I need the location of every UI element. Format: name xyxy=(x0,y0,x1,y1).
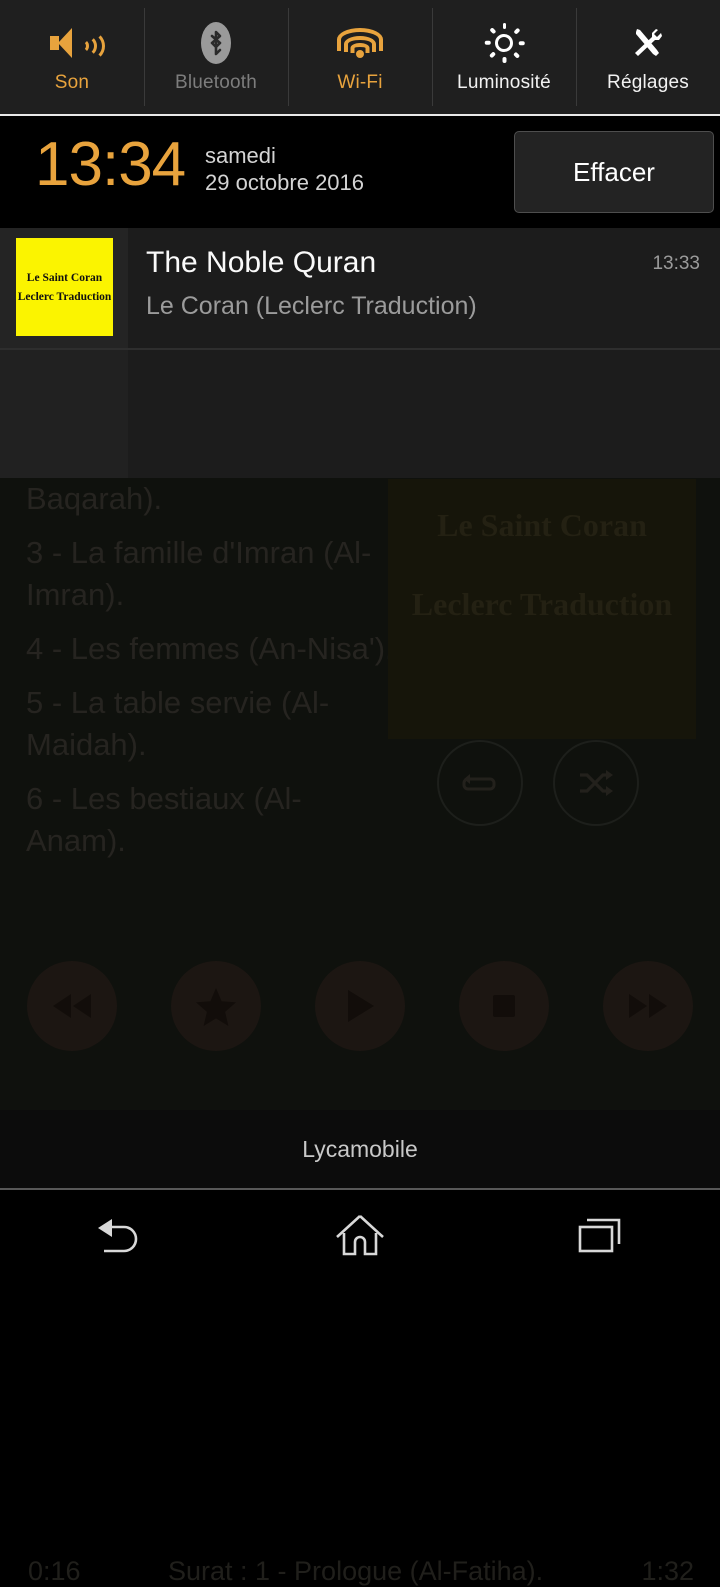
background-album-art-line-2: Leclerc Traduction xyxy=(411,586,673,622)
list-item[interactable]: Baqarah). xyxy=(0,478,400,520)
surah-list: Baqarah). 3 - La famille d'Imran (Al-Imr… xyxy=(0,478,400,874)
brightness-ray xyxy=(484,41,491,45)
quick-settings-tile-son[interactable]: Son xyxy=(0,0,144,114)
elapsed-time: 0:16 xyxy=(28,1556,81,1586)
rewind-icon[interactable] xyxy=(27,961,117,1051)
brightness-ray xyxy=(512,51,520,59)
background-app-dimmed: Baqarah). 3 - La famille d'Imran (Al-Imr… xyxy=(0,478,720,1586)
bluetooth-icon xyxy=(201,20,231,66)
clear-notifications-button[interactable]: Effacer xyxy=(514,131,714,213)
brightness-icon xyxy=(484,20,525,66)
quick-settings-tile-settings[interactable]: Réglages xyxy=(576,0,720,114)
brightness-ray xyxy=(512,27,520,35)
transport-controls xyxy=(0,956,720,1056)
favorite-star-icon[interactable] xyxy=(171,961,261,1051)
shuffle-icon[interactable] xyxy=(553,740,639,826)
fast-forward-icon[interactable] xyxy=(603,961,693,1051)
brightness-ray xyxy=(518,41,525,45)
album-art-line-2: Leclerc Traduction xyxy=(17,290,112,303)
quick-settings-label-settings: Réglages xyxy=(607,72,689,93)
settings-tools-icon xyxy=(628,20,668,66)
wifi-icon xyxy=(337,20,383,66)
clock-day: samedi xyxy=(205,143,276,168)
notification-subtitle: Le Coran (Leclerc Traduction) xyxy=(146,292,477,320)
notification-timestamp: 13:33 xyxy=(652,253,700,274)
notification-item-noble-quran[interactable]: Le Saint Coran Leclerc Traduction The No… xyxy=(0,228,720,348)
list-item[interactable]: 3 - La famille d'Imran (Al-Imran). xyxy=(0,532,400,616)
album-art-line-1: Le Saint Coran xyxy=(26,271,103,284)
stop-icon[interactable] xyxy=(459,961,549,1051)
notification-title: The Noble Quran xyxy=(146,246,377,279)
total-time: 1:32 xyxy=(641,1556,694,1586)
notification-icon-column: Le Saint Coran Leclerc Traduction xyxy=(0,228,128,348)
repeat-icon[interactable] xyxy=(437,740,523,826)
list-item[interactable]: 5 - La table servie (Al-Maidah). xyxy=(0,682,400,766)
carrier-name: Lycamobile xyxy=(302,1135,418,1162)
quick-settings-label-son: Son xyxy=(54,72,90,93)
quick-settings-label-wifi: Wi-Fi xyxy=(337,72,383,93)
notification-album-art: Le Saint Coran Leclerc Traduction xyxy=(16,238,113,336)
brightness-ray xyxy=(502,57,506,63)
notification-shade: Le Saint Coran Leclerc Traduction The No… xyxy=(0,228,720,478)
background-album-art-line-1: Le Saint Coran xyxy=(437,507,647,543)
status-header: 13:34 samedi 29 octobre 2016 Effacer xyxy=(0,116,720,228)
brightness-ray xyxy=(488,51,496,59)
navigation-bar xyxy=(0,1190,720,1280)
recents-icon[interactable] xyxy=(540,1190,660,1280)
shade-empty-area xyxy=(0,350,128,478)
brightness-ray xyxy=(502,23,506,29)
play-icon[interactable] xyxy=(315,961,405,1051)
track-label: Surat : 1 - Prologue (Al-Fatiha). xyxy=(168,1556,544,1586)
clock-full-date: 29 octobre 2016 xyxy=(205,170,365,195)
list-item[interactable]: 4 - Les femmes (An-Nisa'). xyxy=(0,628,400,670)
quick-settings-panel: Son Bluetooth Wi-Fi Luminosité Réglages xyxy=(0,0,720,114)
back-icon[interactable] xyxy=(60,1190,180,1280)
quick-settings-tile-bluetooth[interactable]: Bluetooth xyxy=(144,0,288,114)
quick-settings-label-bluetooth: Bluetooth xyxy=(174,72,258,93)
carrier-bar: Lycamobile xyxy=(0,1110,720,1188)
volume-icon xyxy=(50,20,105,66)
quick-settings-tile-wifi[interactable]: Wi-Fi xyxy=(288,0,432,114)
background-album-art: Le Saint Coran Leclerc Traduction xyxy=(388,479,696,739)
quick-settings-label-brightness: Luminosité xyxy=(457,72,551,93)
clock-date: samedi 29 octobre 2016 xyxy=(205,142,364,196)
brightness-ray xyxy=(488,27,496,35)
home-icon[interactable] xyxy=(300,1190,420,1280)
quick-settings-tile-brightness[interactable]: Luminosité xyxy=(432,0,576,114)
list-item[interactable]: 6 - Les bestiaux (Al-Anam). xyxy=(0,778,400,862)
clock-time: 13:34 xyxy=(35,130,186,199)
